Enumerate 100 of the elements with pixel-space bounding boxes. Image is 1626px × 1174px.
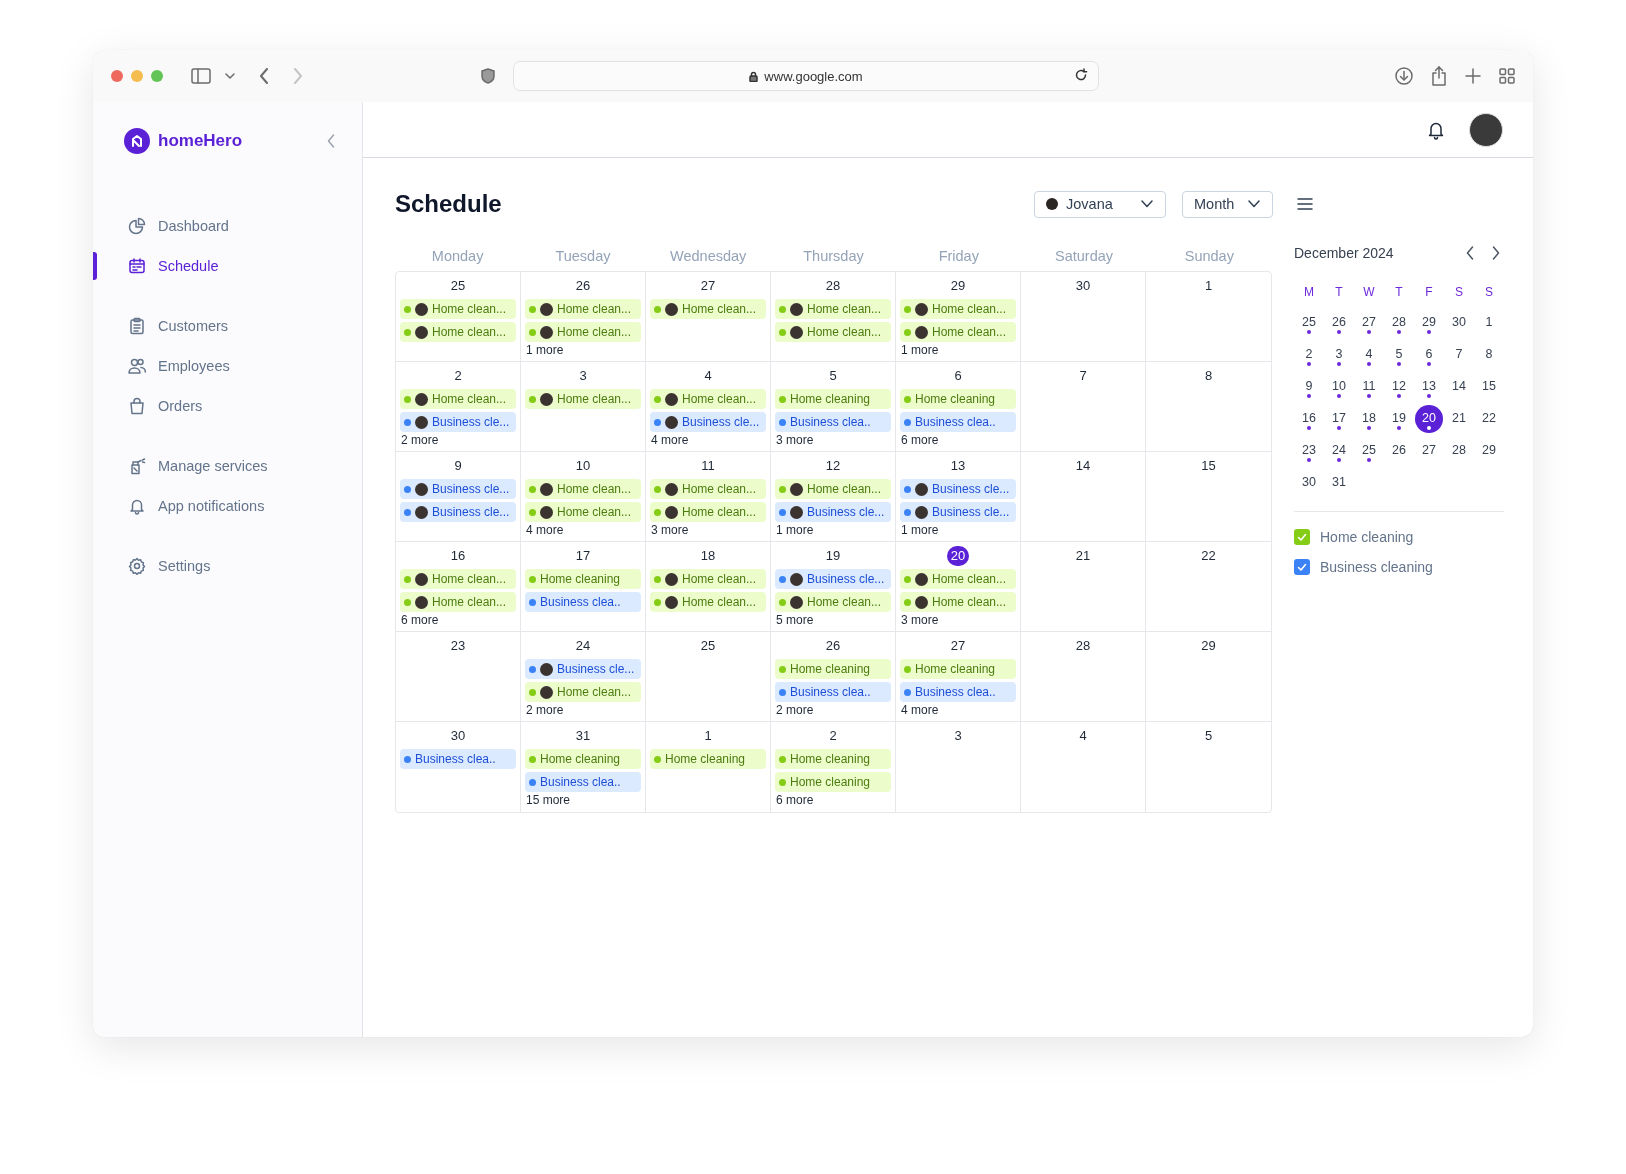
date-cell[interactable]: 20 bbox=[1415, 405, 1443, 433]
more-link[interactable]: 3 more bbox=[650, 523, 689, 537]
date-cell[interactable]: 3 bbox=[1325, 341, 1353, 369]
event-chip[interactable]: Business cle... bbox=[525, 659, 641, 679]
date-cell[interactable]: 21 bbox=[1445, 405, 1473, 433]
date-cell[interactable]: 26 bbox=[1325, 309, 1353, 337]
event-chip[interactable]: Home cleaning bbox=[525, 749, 641, 769]
date-cell[interactable]: 25 bbox=[1295, 309, 1323, 337]
back-icon[interactable] bbox=[259, 68, 269, 84]
event-chip[interactable]: Home cleaning bbox=[900, 389, 1016, 409]
more-link[interactable]: 4 more bbox=[900, 703, 939, 717]
event-chip[interactable]: Home clean... bbox=[525, 682, 641, 702]
event-chip[interactable]: Business clea.. bbox=[400, 749, 516, 769]
sidebar-item[interactable]: Dashboard bbox=[93, 206, 362, 246]
event-chip[interactable]: Home clean... bbox=[900, 299, 1016, 319]
employee-dropdown[interactable]: Jovana bbox=[1034, 190, 1166, 218]
date-cell[interactable]: 19 bbox=[1385, 405, 1413, 433]
event-chip[interactable]: Home clean... bbox=[400, 299, 516, 319]
event-chip[interactable]: Home clean... bbox=[400, 322, 516, 342]
more-link[interactable]: 2 more bbox=[525, 703, 564, 717]
sidebar-item[interactable]: Orders bbox=[93, 386, 362, 426]
event-chip[interactable]: Home clean... bbox=[775, 299, 891, 319]
event-chip[interactable]: Home clean... bbox=[650, 569, 766, 589]
more-link[interactable]: 5 more bbox=[775, 613, 814, 627]
date-cell[interactable]: 16 bbox=[1295, 405, 1323, 433]
event-chip[interactable]: Business clea.. bbox=[775, 412, 891, 432]
date-cell[interactable]: 15 bbox=[1475, 373, 1503, 401]
date-cell[interactable]: 4 bbox=[1355, 341, 1383, 369]
date-cell[interactable]: 6 bbox=[1415, 341, 1443, 369]
date-cell[interactable]: 9 bbox=[1295, 373, 1323, 401]
date-cell[interactable]: 26 bbox=[1385, 437, 1413, 465]
date-cell[interactable]: 2 bbox=[1295, 341, 1323, 369]
new-tab-icon[interactable] bbox=[1465, 68, 1481, 84]
event-chip[interactable]: Home clean... bbox=[650, 502, 766, 522]
date-cell[interactable]: 8 bbox=[1475, 341, 1503, 369]
sidebar-item[interactable]: Manage services bbox=[93, 446, 362, 486]
event-chip[interactable]: Home clean... bbox=[400, 389, 516, 409]
sidebar-item[interactable]: App notifications bbox=[93, 486, 362, 526]
share-icon[interactable] bbox=[1431, 66, 1447, 86]
more-link[interactable]: 15 more bbox=[525, 793, 571, 807]
event-chip[interactable]: Business cle... bbox=[400, 502, 516, 522]
sidebar-item[interactable]: Settings bbox=[93, 546, 362, 586]
download-icon[interactable] bbox=[1395, 67, 1413, 85]
event-chip[interactable]: Home clean... bbox=[775, 592, 891, 612]
tab-overview-icon[interactable] bbox=[1499, 68, 1515, 84]
next-month-icon[interactable] bbox=[1492, 246, 1500, 260]
previous-month-icon[interactable] bbox=[1466, 246, 1474, 260]
event-chip[interactable]: Business clea.. bbox=[775, 682, 891, 702]
menu-icon[interactable] bbox=[1297, 197, 1313, 211]
event-chip[interactable]: Home clean... bbox=[775, 322, 891, 342]
date-cell[interactable]: 5 bbox=[1385, 341, 1413, 369]
date-cell[interactable]: 28 bbox=[1385, 309, 1413, 337]
event-chip[interactable]: Home cleaning bbox=[525, 569, 641, 589]
event-chip[interactable]: Home clean... bbox=[900, 322, 1016, 342]
date-cell[interactable]: 12 bbox=[1385, 373, 1413, 401]
more-link[interactable]: 1 more bbox=[525, 343, 564, 357]
event-chip[interactable]: Home clean... bbox=[775, 479, 891, 499]
event-chip[interactable]: Home clean... bbox=[650, 389, 766, 409]
event-chip[interactable]: Home clean... bbox=[400, 569, 516, 589]
sidebar-item[interactable]: Employees bbox=[93, 346, 362, 386]
date-cell[interactable]: 29 bbox=[1415, 309, 1443, 337]
date-cell[interactable]: 1 bbox=[1475, 309, 1503, 337]
event-chip[interactable]: Business clea.. bbox=[525, 772, 641, 792]
date-cell[interactable]: 28 bbox=[1445, 437, 1473, 465]
date-cell[interactable]: 13 bbox=[1415, 373, 1443, 401]
close-window-button[interactable] bbox=[111, 70, 123, 82]
event-chip[interactable]: Home clean... bbox=[525, 502, 641, 522]
date-cell[interactable]: 11 bbox=[1355, 373, 1383, 401]
sidebar-toggle-icon[interactable] bbox=[191, 68, 211, 84]
event-chip[interactable]: Home cleaning bbox=[775, 749, 891, 769]
date-cell[interactable]: 7 bbox=[1445, 341, 1473, 369]
event-chip[interactable]: Business cle... bbox=[400, 412, 516, 432]
event-chip[interactable]: Home clean... bbox=[650, 479, 766, 499]
address-bar[interactable]: www.google.com bbox=[513, 61, 1099, 91]
more-link[interactable]: 6 more bbox=[775, 793, 814, 807]
event-chip[interactable]: Home cleaning bbox=[900, 659, 1016, 679]
date-cell[interactable]: 27 bbox=[1415, 437, 1443, 465]
sidebar-item[interactable]: Customers bbox=[93, 306, 362, 346]
event-chip[interactable]: Home clean... bbox=[525, 479, 641, 499]
event-chip[interactable]: Home clean... bbox=[900, 569, 1016, 589]
more-link[interactable]: 1 more bbox=[900, 343, 939, 357]
event-chip[interactable]: Home clean... bbox=[650, 592, 766, 612]
event-chip[interactable]: Business clea.. bbox=[900, 412, 1016, 432]
more-link[interactable]: 3 more bbox=[775, 433, 814, 447]
date-cell[interactable]: 25 bbox=[1355, 437, 1383, 465]
checkbox[interactable] bbox=[1294, 529, 1310, 545]
date-cell[interactable]: 31 bbox=[1325, 469, 1353, 497]
event-chip[interactable]: Business cle... bbox=[900, 502, 1016, 522]
event-chip[interactable]: Home cleaning bbox=[775, 659, 891, 679]
event-chip[interactable]: Home clean... bbox=[525, 322, 641, 342]
date-cell[interactable]: 22 bbox=[1475, 405, 1503, 433]
checkbox[interactable] bbox=[1294, 559, 1310, 575]
date-cell[interactable]: 23 bbox=[1295, 437, 1323, 465]
user-avatar[interactable] bbox=[1469, 112, 1503, 147]
event-chip[interactable]: Business cle... bbox=[650, 412, 766, 432]
chevron-down-icon[interactable] bbox=[225, 72, 235, 80]
date-cell[interactable]: 29 bbox=[1475, 437, 1503, 465]
more-link[interactable]: 1 more bbox=[775, 523, 814, 537]
date-cell[interactable]: 10 bbox=[1325, 373, 1353, 401]
event-chip[interactable]: Home cleaning bbox=[775, 772, 891, 792]
